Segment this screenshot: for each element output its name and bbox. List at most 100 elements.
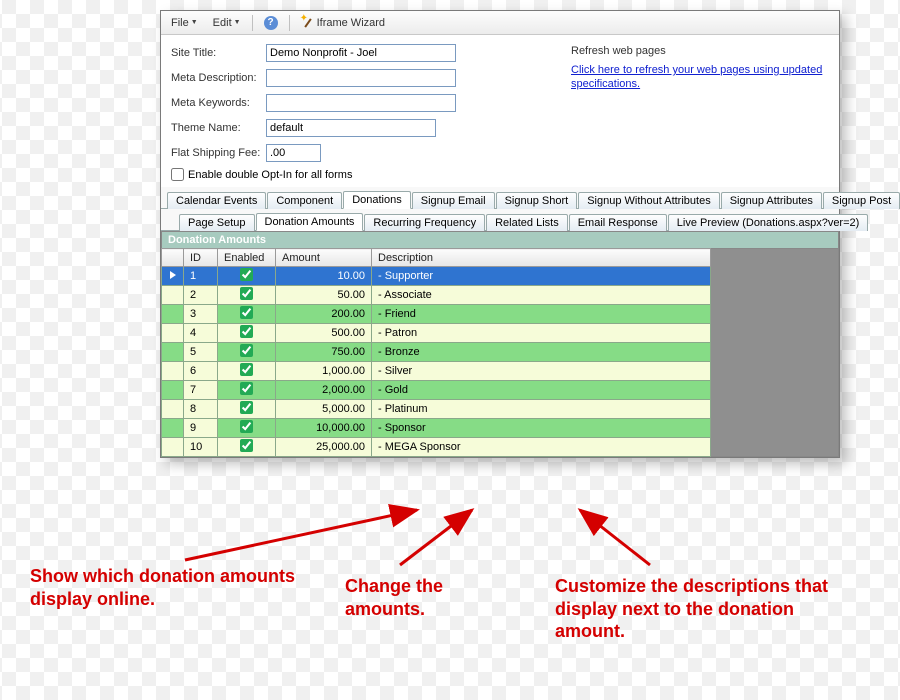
cell-amount[interactable]: 1,000.00: [276, 362, 372, 381]
cell-description[interactable]: - Platinum: [372, 400, 711, 419]
enabled-checkbox[interactable]: [240, 325, 253, 338]
table-row[interactable]: 10 25,000.00- MEGA Sponsor: [162, 438, 711, 457]
enabled-checkbox[interactable]: [240, 401, 253, 414]
subtab-donation-amounts[interactable]: Donation Amounts: [256, 213, 364, 231]
grid-header-amount[interactable]: Amount: [276, 249, 372, 267]
cell-enabled[interactable]: [218, 324, 276, 343]
row-selector[interactable]: [162, 343, 184, 362]
grid-header-id[interactable]: ID: [184, 249, 218, 267]
table-row[interactable]: 2 50.00- Associate: [162, 286, 711, 305]
enabled-checkbox[interactable]: [240, 306, 253, 319]
tab-signup-without-attributes[interactable]: Signup Without Attributes: [578, 192, 720, 209]
cell-id[interactable]: 9: [184, 419, 218, 438]
tab-signup-short[interactable]: Signup Short: [496, 192, 578, 209]
table-row[interactable]: 1 10.00- Supporter: [162, 267, 711, 286]
row-selector[interactable]: [162, 381, 184, 400]
row-selector[interactable]: [162, 362, 184, 381]
cell-amount[interactable]: 10.00: [276, 267, 372, 286]
enabled-checkbox[interactable]: [240, 382, 253, 395]
double-optin-checkbox[interactable]: [171, 168, 184, 181]
cell-description[interactable]: - Sponsor: [372, 419, 711, 438]
cell-amount[interactable]: 50.00: [276, 286, 372, 305]
tab-signup-post[interactable]: Signup Post: [823, 192, 900, 209]
cell-amount[interactable]: 750.00: [276, 343, 372, 362]
help-button[interactable]: ?: [258, 14, 284, 32]
cell-description[interactable]: - Supporter: [372, 267, 711, 286]
menu-file[interactable]: File ▼: [165, 15, 204, 31]
enabled-checkbox[interactable]: [240, 344, 253, 357]
table-row[interactable]: 7 2,000.00- Gold: [162, 381, 711, 400]
cell-id[interactable]: 8: [184, 400, 218, 419]
cell-amount[interactable]: 5,000.00: [276, 400, 372, 419]
cell-description[interactable]: - Gold: [372, 381, 711, 400]
iframe-wizard-button[interactable]: Iframe Wizard: [295, 14, 391, 32]
cell-enabled[interactable]: [218, 267, 276, 286]
meta-description-input[interactable]: [266, 69, 456, 87]
refresh-link[interactable]: Click here to refresh your web pages usi…: [571, 64, 822, 90]
cell-description[interactable]: - Associate: [372, 286, 711, 305]
subtab-recurring-frequency[interactable]: Recurring Frequency: [364, 214, 485, 231]
table-row[interactable]: 4 500.00- Patron: [162, 324, 711, 343]
row-selector[interactable]: [162, 324, 184, 343]
cell-description[interactable]: - Silver: [372, 362, 711, 381]
cell-enabled[interactable]: [218, 343, 276, 362]
cell-enabled[interactable]: [218, 419, 276, 438]
subtab-page-setup[interactable]: Page Setup: [179, 214, 255, 231]
cell-id[interactable]: 10: [184, 438, 218, 457]
tab-component[interactable]: Component: [267, 192, 342, 209]
donation-amounts-grid[interactable]: ID Enabled Amount Description 1 10.00- Su…: [161, 248, 711, 457]
cell-id[interactable]: 5: [184, 343, 218, 362]
enabled-checkbox[interactable]: [240, 363, 253, 376]
meta-keywords-input[interactable]: [266, 94, 456, 112]
cell-amount[interactable]: 500.00: [276, 324, 372, 343]
cell-amount[interactable]: 10,000.00: [276, 419, 372, 438]
table-row[interactable]: 9 10,000.00- Sponsor: [162, 419, 711, 438]
enabled-checkbox[interactable]: [240, 268, 253, 281]
row-selector[interactable]: [162, 438, 184, 457]
tab-signup-attributes[interactable]: Signup Attributes: [721, 192, 822, 209]
cell-id[interactable]: 4: [184, 324, 218, 343]
enabled-checkbox[interactable]: [240, 439, 253, 452]
cell-description[interactable]: - Friend: [372, 305, 711, 324]
cell-enabled[interactable]: [218, 400, 276, 419]
table-row[interactable]: 5 750.00- Bronze: [162, 343, 711, 362]
cell-enabled[interactable]: [218, 362, 276, 381]
theme-name-input[interactable]: [266, 119, 436, 137]
tab-donations[interactable]: Donations: [343, 191, 411, 209]
cell-enabled[interactable]: [218, 286, 276, 305]
grid-header-selector[interactable]: [162, 249, 184, 267]
cell-description[interactable]: - Patron: [372, 324, 711, 343]
row-selector[interactable]: [162, 419, 184, 438]
table-row[interactable]: 3 200.00- Friend: [162, 305, 711, 324]
tab-calendar-events[interactable]: Calendar Events: [167, 192, 266, 209]
cell-description[interactable]: - Bronze: [372, 343, 711, 362]
cell-enabled[interactable]: [218, 305, 276, 324]
cell-id[interactable]: 1: [184, 267, 218, 286]
cell-amount[interactable]: 2,000.00: [276, 381, 372, 400]
cell-id[interactable]: 2: [184, 286, 218, 305]
cell-amount[interactable]: 200.00: [276, 305, 372, 324]
cell-id[interactable]: 3: [184, 305, 218, 324]
tab-signup-email[interactable]: Signup Email: [412, 192, 495, 209]
row-selector[interactable]: [162, 400, 184, 419]
cell-enabled[interactable]: [218, 438, 276, 457]
cell-id[interactable]: 6: [184, 362, 218, 381]
subtab-related-lists[interactable]: Related Lists: [486, 214, 568, 231]
site-title-input[interactable]: [266, 44, 456, 62]
flat-shipping-input[interactable]: [266, 144, 321, 162]
grid-header-enabled[interactable]: Enabled: [218, 249, 276, 267]
table-row[interactable]: 8 5,000.00- Platinum: [162, 400, 711, 419]
enabled-checkbox[interactable]: [240, 420, 253, 433]
row-selector[interactable]: [162, 267, 184, 286]
cell-description[interactable]: - MEGA Sponsor: [372, 438, 711, 457]
table-row[interactable]: 6 1,000.00- Silver: [162, 362, 711, 381]
subtab-live-preview-donations-aspx-ver-2-[interactable]: Live Preview (Donations.aspx?ver=2): [668, 214, 869, 231]
cell-id[interactable]: 7: [184, 381, 218, 400]
row-selector[interactable]: [162, 305, 184, 324]
subtab-email-response[interactable]: Email Response: [569, 214, 667, 231]
cell-amount[interactable]: 25,000.00: [276, 438, 372, 457]
menu-edit[interactable]: Edit ▼: [207, 15, 247, 31]
enabled-checkbox[interactable]: [240, 287, 253, 300]
grid-header-description[interactable]: Description: [372, 249, 711, 267]
row-selector[interactable]: [162, 286, 184, 305]
